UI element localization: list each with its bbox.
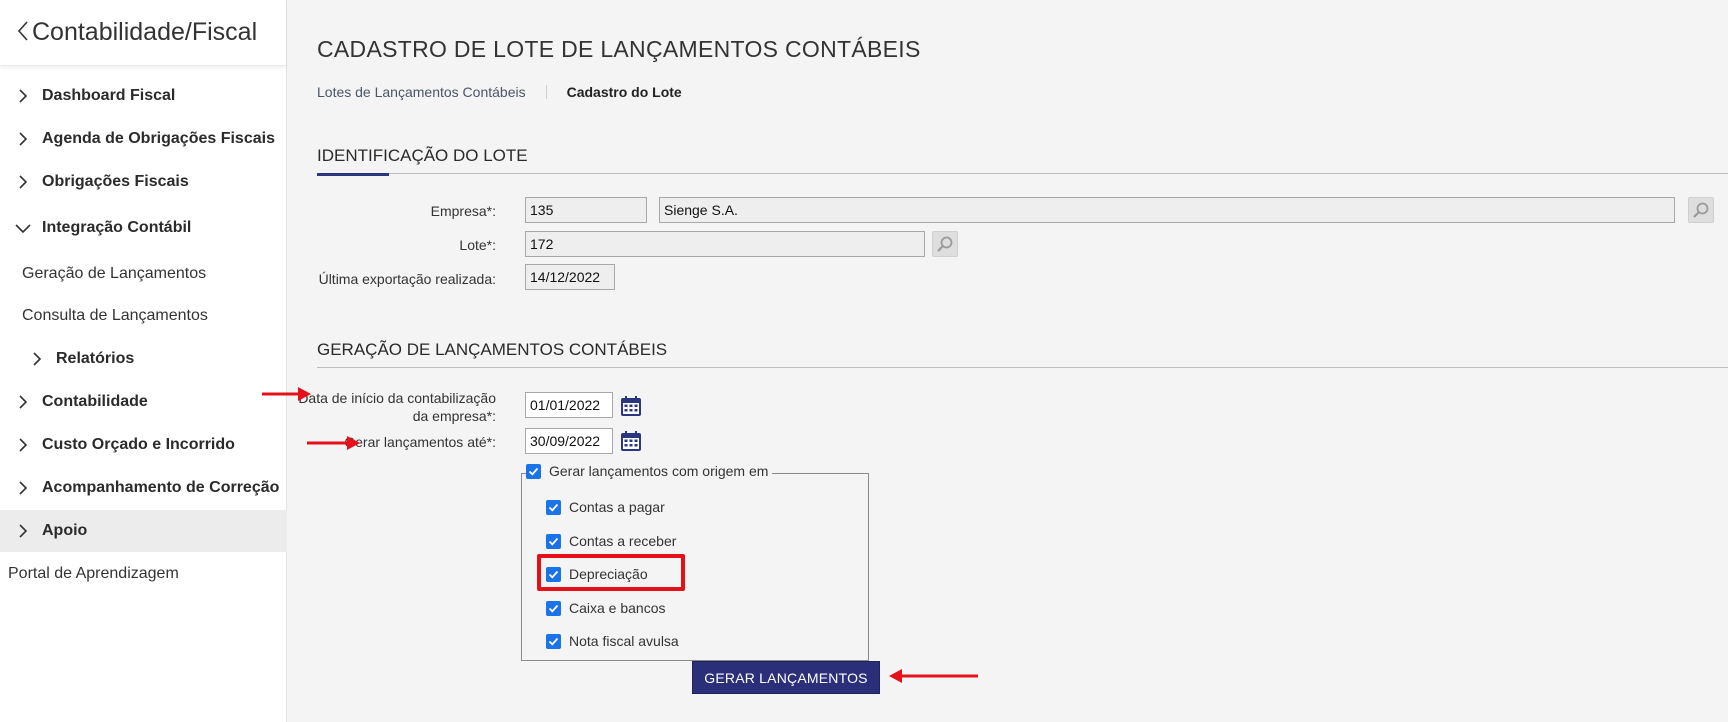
data-inicio-label: Data de início da contabilização da empr… [298,389,496,425]
chevron-right-icon [33,352,42,366]
section-title-identificacao: IDENTIFICAÇÃO DO LOTE [317,146,528,165]
empresa-search-button[interactable] [1688,197,1714,223]
sidebar-item-custo-orcado[interactable]: Custo Orçado e Incorrido [0,424,287,466]
ultima-exportacao-label: Última exportação realizada: [318,271,496,287]
chevron-left-icon[interactable] [16,20,30,46]
search-icon [937,236,953,252]
gerar-ate-field[interactable] [525,428,613,454]
sidebar-item-relatorios[interactable]: Relatórios [0,338,287,380]
checkbox[interactable] [546,499,561,515]
sidebar: Contabilidade/Fiscal Dashboard Fiscal Ag… [0,0,287,722]
sidebar-item-portal-aprendizagem[interactable]: Portal de Aprendizagem [0,554,287,594]
chevron-right-icon [19,132,28,146]
annotation-arrow-right-icon [262,387,311,401]
chevron-right-icon [19,438,28,452]
calendar-icon[interactable] [619,394,643,418]
checkbox-label: Nota fiscal avulsa [569,633,679,649]
annotation-arrow-left-icon [889,669,978,683]
sidebar-item-contabilidade[interactable]: Contabilidade [0,381,287,423]
check-icon [548,637,559,646]
origem-option-contas-pagar[interactable]: Contas a pagar [546,499,665,515]
check-icon [548,503,559,512]
gerar-ate-label: Gerar lançamentos até*: [344,434,496,450]
chevron-right-icon [19,481,28,495]
breadcrumb-separator [545,85,547,99]
sidebar-item-integracao-contabil[interactable]: Integração Contábil [0,207,287,249]
check-icon [548,537,559,546]
section-divider [317,173,1728,174]
checkbox[interactable] [546,600,561,616]
sidebar-item-label: Apoio [42,522,88,539]
origem-option-caixa-bancos[interactable]: Caixa e bancos [546,600,666,616]
sidebar-item-apoio[interactable]: Apoio [0,510,287,552]
checkbox[interactable] [546,633,561,649]
origem-legend-label: Gerar lançamentos com origem em [549,463,769,479]
lote-field[interactable] [525,231,925,257]
annotation-arrow-right-icon [307,436,360,450]
breadcrumb: Lotes de Lançamentos Contábeis Cadastro … [317,84,682,100]
sidebar-item-geracao-lancamentos[interactable]: Geração de Lançamentos [0,254,287,294]
sidebar-item-agenda-obrigacoes[interactable]: Agenda de Obrigações Fiscais [0,118,287,160]
sidebar-item-label: Relatórios [56,350,135,367]
data-inicio-label-line2: da empresa*: [412,408,496,424]
data-inicio-label-line1: Data de início da contabilização [298,390,496,406]
section-underline [317,173,389,176]
checkbox[interactable] [546,533,561,549]
sidebar-item-label: Geração de Lançamentos [22,265,207,282]
origem-all-checkbox[interactable] [526,463,541,479]
origem-option-nota-fiscal-avulsa[interactable]: Nota fiscal avulsa [546,633,679,649]
check-icon [528,467,539,476]
sidebar-title[interactable]: Contabilidade/Fiscal [32,18,257,47]
gerar-lancamentos-button[interactable]: GERAR LANÇAMENTOS [692,661,880,694]
chevron-down-icon [15,224,31,234]
main-content: CADASTRO DE LOTE DE LANÇAMENTOS CONTÁBEI… [288,0,1728,722]
chevron-right-icon [19,395,28,409]
sidebar-item-label: Contabilidade [42,393,148,410]
annotation-highlight-box [537,554,685,591]
checkbox-label: Caixa e bancos [569,600,666,616]
sidebar-item-label: Acompanhamento de Correção [42,479,280,496]
sidebar-item-obrigacoes-fiscais[interactable]: Obrigações Fiscais [0,161,287,203]
search-icon [1693,202,1709,218]
empresa-label: Empresa*: [430,203,496,219]
sidebar-item-label: Dashboard Fiscal [42,87,176,104]
origem-option-contas-receber[interactable]: Contas a receber [546,533,676,549]
chevron-right-icon [19,89,28,103]
calendar-icon[interactable] [619,429,643,453]
ultima-exportacao-field [525,264,615,290]
origem-legend: Gerar lançamentos com origem em [526,463,773,479]
check-icon [548,604,559,613]
checkbox-label: Contas a receber [569,533,677,549]
sidebar-item-label: Integração Contábil [42,219,192,236]
sidebar-item-acompanhamento-correcao[interactable]: Acompanhamento de Correção [0,467,287,509]
sidebar-item-consulta-lancamentos[interactable]: Consulta de Lançamentos [0,296,287,336]
sidebar-header: Contabilidade/Fiscal [0,0,286,66]
sidebar-item-dashboard-fiscal[interactable]: Dashboard Fiscal [0,75,287,117]
sidebar-item-label: Obrigações Fiscais [42,173,189,190]
lote-search-button[interactable] [932,231,958,257]
data-inicio-field[interactable] [525,392,613,418]
breadcrumb-current: Cadastro do Lote [566,84,682,100]
lote-label: Lote*: [459,237,496,253]
sidebar-item-label: Portal de Aprendizagem [8,565,179,582]
sidebar-item-label: Consulta de Lançamentos [22,307,208,324]
sidebar-item-label: Agenda de Obrigações Fiscais [42,130,275,147]
breadcrumb-link[interactable]: Lotes de Lançamentos Contábeis [317,84,526,100]
checkbox-label: Contas a pagar [569,499,665,515]
sidebar-item-label: Custo Orçado e Incorrido [42,436,235,453]
section-title-geracao: GERAÇÃO DE LANÇAMENTOS CONTÁBEIS [317,340,668,359]
section-divider [317,367,1728,368]
page-title: CADASTRO DE LOTE DE LANÇAMENTOS CONTÁBEI… [317,36,921,62]
empresa-name-field[interactable] [659,197,1675,223]
chevron-right-icon [19,175,28,189]
empresa-code-field[interactable] [525,197,647,223]
chevron-right-icon [19,524,28,538]
